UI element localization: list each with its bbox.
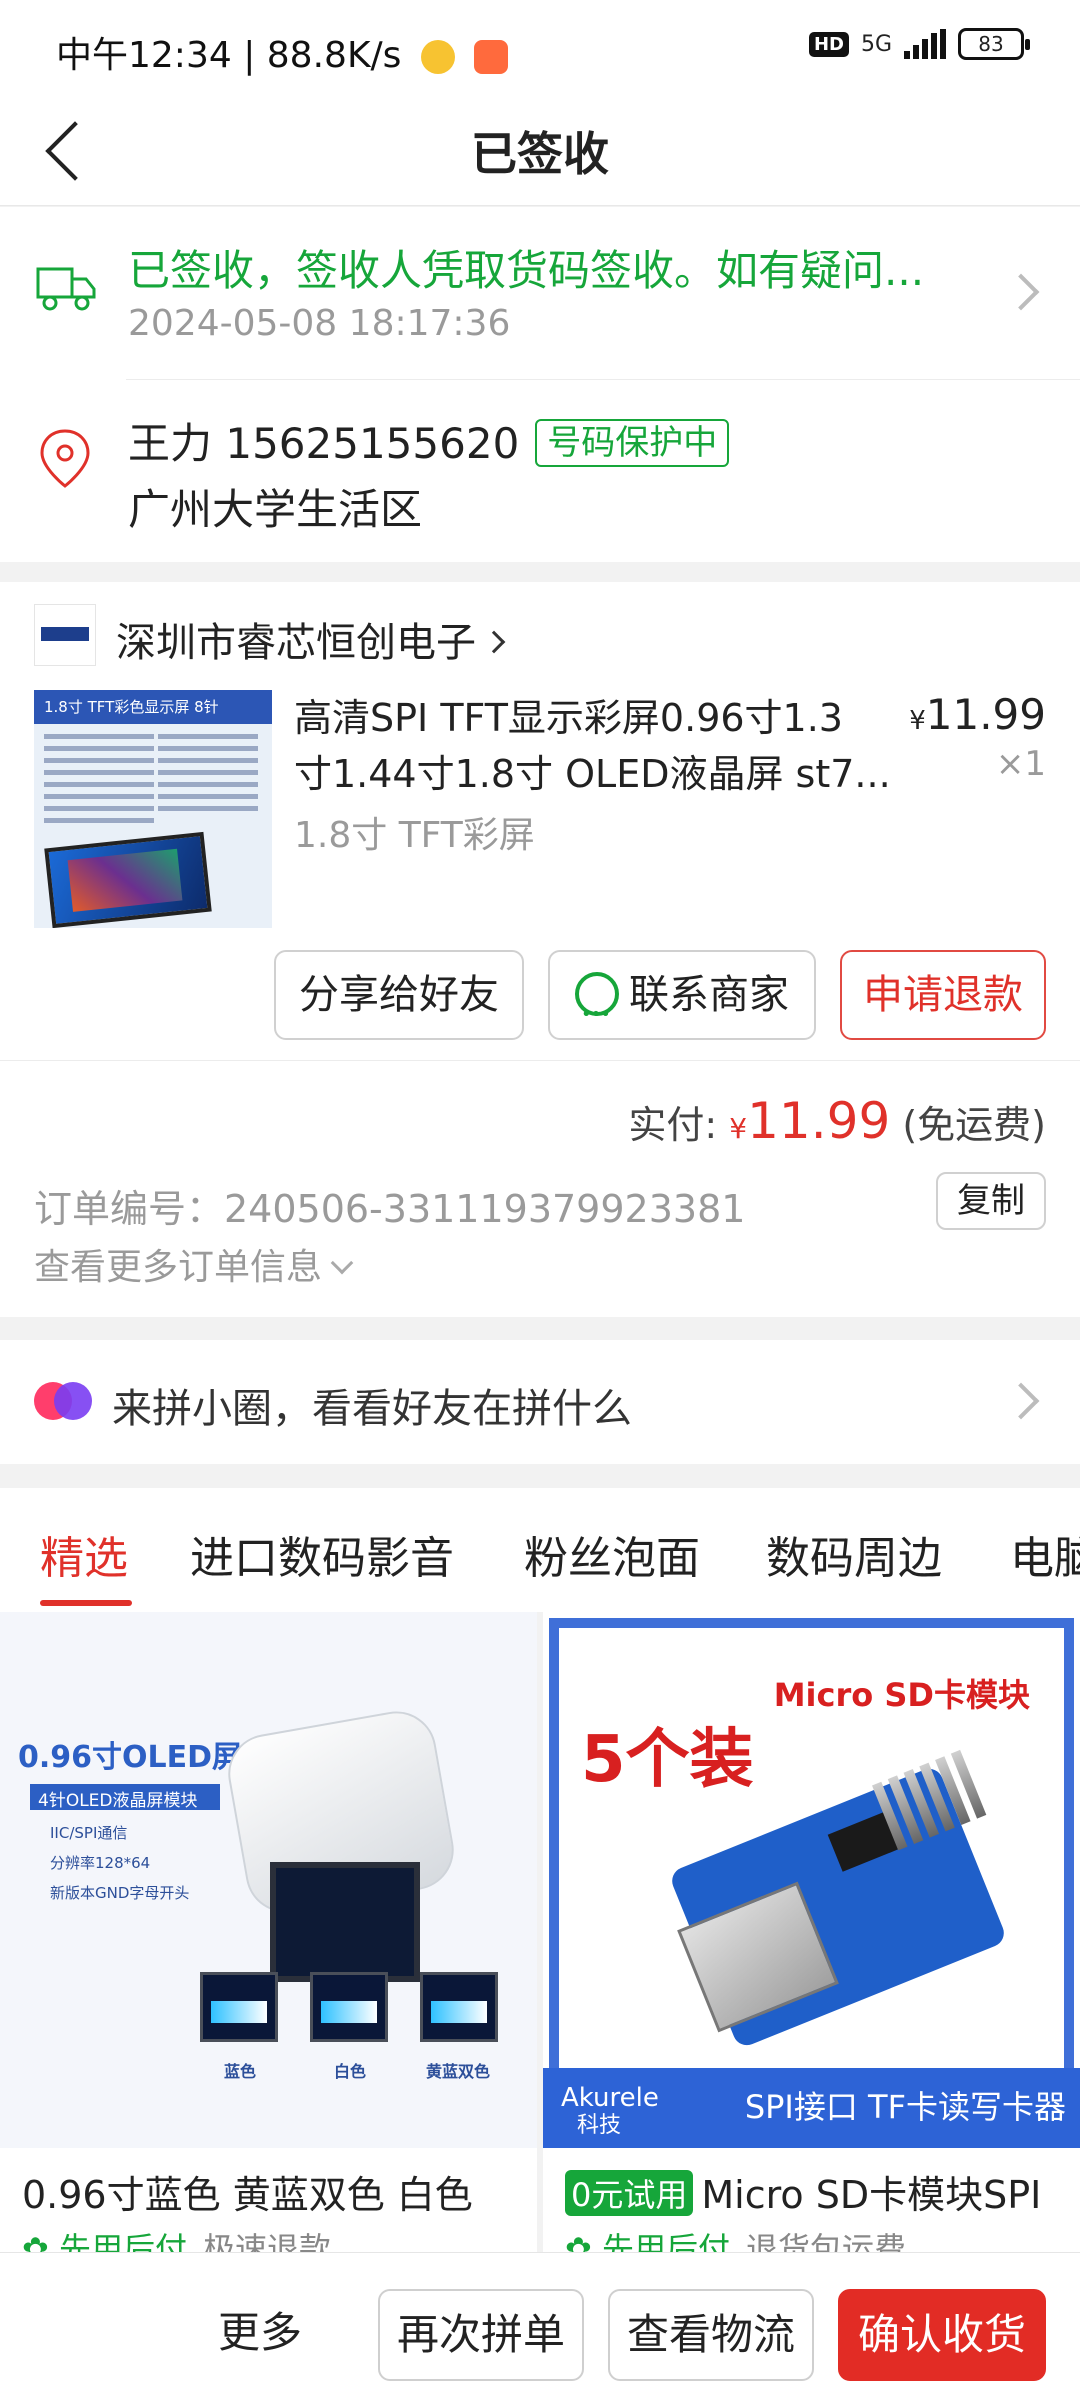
battery-icon: 83 — [958, 28, 1030, 60]
chevron-right-icon — [1002, 273, 1040, 311]
logistics-time: 2024-05-08 18:17:36 — [128, 303, 511, 344]
status-left: 中午12:34 | 88.8K/s — [56, 26, 509, 78]
product-title[interactable]: 高清SPI TFT显示彩屏0.96寸1.3 寸1.44寸1.8寸 OLED液晶屏… — [294, 690, 914, 802]
shop-logo[interactable] — [34, 604, 96, 666]
nav-header: 已签收 — [0, 96, 1080, 206]
chevron-right-icon — [1002, 1382, 1040, 1420]
refund-button[interactable]: 申请退款 — [840, 950, 1046, 1040]
logistics-card: 已签收，签收人凭取货码签收。如有疑问... 2024-05-08 18:17:3… — [0, 207, 1080, 562]
more-order-info-link[interactable]: 查看更多订单信息 — [34, 1238, 354, 1290]
truck-icon — [36, 267, 96, 311]
tab-fan-noodles[interactable]: 粉丝泡面 — [524, 1522, 700, 1586]
bottom-action-bar: 更多 再次拼单 查看物流 确认收货 — [0, 2252, 1080, 2400]
more-button[interactable]: 更多 — [218, 2299, 302, 2360]
circle-text: 来拼小圈，看看好友在拼什么 — [112, 1386, 632, 1432]
weibo-icon — [420, 40, 455, 74]
product-price: ¥11.99 — [909, 690, 1046, 739]
feed-item[interactable]: 0.96寸OLED屏 4针OLED液晶屏模块 IIC/SPI通信 分辨率128*… — [0, 1612, 537, 2252]
tft-screen-image — [44, 831, 212, 928]
tab-featured[interactable]: 精选 — [40, 1522, 128, 1586]
order-card: 深圳市睿芯恒创电子 1.8寸 TFT彩色显示屏 8针 高清SPI TFT显示彩屏… — [0, 582, 1080, 1317]
paid-amount: 实付: ¥11.99 (免运费) — [628, 1092, 1046, 1150]
status-right: HD 5G 83 — [808, 28, 1030, 60]
share-button[interactable]: 分享给好友 — [274, 950, 524, 1040]
number-protection-badge: 号码保护中 — [535, 419, 730, 467]
feed-item[interactable]: Micro SD卡模块 5个装 Akurele 科技 SPI接口 TF卡读写卡器 … — [543, 1612, 1080, 2252]
recommendation-feed: 0.96寸OLED屏 4针OLED液晶屏模块 IIC/SPI通信 分辨率128*… — [0, 1612, 1080, 2252]
feed-item-tags: ✿ 先用后付 退货包运费 — [565, 2230, 907, 2252]
feed-item-title: 0.96寸蓝色 黄蓝双色 白色 — [22, 2173, 473, 2217]
address-row: 王力 15625155620 号码保护中 广州大学生活区 — [0, 380, 1080, 562]
signal-icon — [904, 29, 946, 59]
logistics-status-row[interactable]: 已签收，签收人凭取货码签收。如有疑问... 2024-05-08 18:17:3… — [0, 207, 1080, 379]
network-speed: 88.8K/s — [266, 35, 402, 76]
reorder-button[interactable]: 再次拼单 — [378, 2289, 584, 2381]
thumbnail-caption: 1.8寸 TFT彩色显示屏 8针 — [34, 690, 272, 724]
shop-name[interactable]: 深圳市睿芯恒创电子 — [116, 610, 506, 668]
circle-logo-icon — [34, 1382, 94, 1422]
network-type: 5G — [860, 31, 892, 57]
chevron-right-icon — [482, 630, 506, 654]
location-pin-icon — [40, 429, 90, 488]
track-logistics-button[interactable]: 查看物流 — [608, 2289, 814, 2381]
tab-digital-accessories[interactable]: 数码周边 — [766, 1522, 942, 1586]
pin-circle-banner[interactable]: 来拼小圈，看看好友在拼什么 — [0, 1340, 1080, 1464]
tab-imported-digital[interactable]: 进口数码影音 — [190, 1522, 454, 1586]
chevron-down-icon — [330, 1251, 354, 1275]
active-tab-indicator — [40, 1600, 132, 1606]
status-time: 中午12:34 — [56, 35, 232, 76]
logistics-status-text: 已签收，签收人凭取货码签收。如有疑问... — [128, 246, 925, 295]
order-number: 订单编号：240506-331119379923381 — [34, 1187, 746, 1231]
category-tabs: 精选 进口数码影音 粉丝泡面 数码周边 电脑 — [0, 1488, 1080, 1612]
delivery-address: 广州大学生活区 — [128, 485, 423, 534]
recipient-name-phone: 王力 15625155620 号码保护中 — [128, 410, 730, 471]
product-image: 0.96寸OLED屏 4针OLED液晶屏模块 IIC/SPI通信 分辨率128*… — [0, 1612, 537, 2148]
app-notification-icon — [474, 40, 509, 74]
product-quantity: ×1 — [995, 744, 1046, 784]
chat-icon — [575, 972, 619, 1058]
hd-icon: HD — [808, 31, 849, 57]
order-detail-page: 中午12:34 | 88.8K/s HD 5G 83 已签收 已签收，签收人凭取… — [0, 0, 1080, 2400]
free-trial-badge: 0元试用 — [565, 2170, 694, 2216]
product-thumbnail[interactable]: 1.8寸 TFT彩色显示屏 8针 — [34, 690, 272, 928]
contact-seller-button[interactable]: 联系商家 — [548, 950, 816, 1058]
tab-computer[interactable]: 电脑 — [1010, 1522, 1080, 1586]
divider — [0, 1060, 1080, 1061]
page-title: 已签收 — [471, 127, 609, 181]
status-bar: 中午12:34 | 88.8K/s HD 5G 83 — [0, 0, 1080, 96]
product-image: Micro SD卡模块 5个装 Akurele 科技 SPI接口 TF卡读写卡器 — [543, 1612, 1080, 2148]
confirm-receipt-button[interactable]: 确认收货 — [838, 2289, 1046, 2381]
product-spec: 1.8寸 TFT彩屏 — [294, 815, 535, 856]
feed-item-tags: ✿ 先用后付 极速退款 — [22, 2230, 332, 2252]
copy-button[interactable]: 复制 — [936, 1172, 1046, 1230]
feed-item-title: 0元试用 Micro SD卡模块SPI — [565, 2164, 1041, 2219]
